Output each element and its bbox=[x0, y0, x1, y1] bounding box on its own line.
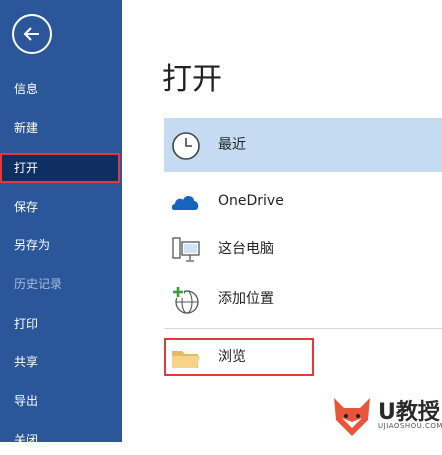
fox-logo-icon bbox=[334, 398, 370, 436]
nav-item-print[interactable]: 打印 bbox=[0, 309, 122, 339]
divider bbox=[164, 328, 442, 329]
nav-item-info[interactable]: 信息 bbox=[0, 74, 122, 104]
location-onedrive[interactable]: OneDrive bbox=[164, 174, 442, 228]
nav-item-new[interactable]: 新建 bbox=[0, 113, 122, 143]
location-recent[interactable]: 最近 bbox=[164, 118, 442, 172]
nav-item-history: 历史记录 bbox=[14, 277, 63, 291]
browse-highlight-box bbox=[164, 338, 314, 376]
globe-add-icon bbox=[172, 286, 199, 314]
nav-item-save[interactable]: 保存 bbox=[0, 192, 122, 222]
computer-icon bbox=[172, 237, 200, 262]
nav-item-export[interactable]: 导出 bbox=[0, 386, 122, 416]
page-title: 打开 bbox=[162, 62, 222, 97]
backstage-nav: 信息 新建 打开 保存 另存为 历史记录 打印 共享 导出 关闭 bbox=[0, 0, 122, 447]
location-label: 添加位置 bbox=[218, 291, 274, 307]
watermark-subtext: UJIAOSHOU.COM bbox=[378, 422, 442, 430]
location-label: 最近 bbox=[218, 137, 246, 153]
clock-icon bbox=[172, 132, 200, 160]
cloud-icon bbox=[171, 195, 199, 210]
watermark: U教授 UJIAOSHOU.COM bbox=[320, 386, 442, 442]
location-add-place[interactable]: 添加位置 bbox=[164, 272, 442, 326]
back-arrow-icon bbox=[23, 27, 39, 41]
nav-item-save-as[interactable]: 另存为 bbox=[0, 230, 122, 260]
location-label: 这台电脑 bbox=[218, 241, 274, 257]
back-button[interactable] bbox=[12, 14, 52, 54]
nav-item-share[interactable]: 共享 bbox=[0, 347, 122, 377]
nav-item-close[interactable]: 关闭 bbox=[0, 425, 122, 455]
location-label: OneDrive bbox=[218, 193, 284, 209]
location-this-pc[interactable]: 这台电脑 bbox=[164, 222, 442, 276]
nav-item-open[interactable]: 打开 bbox=[0, 153, 120, 183]
